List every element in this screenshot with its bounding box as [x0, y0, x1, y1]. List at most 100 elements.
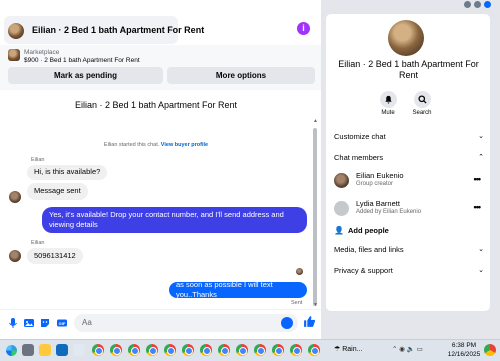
mark-as-pending-button[interactable]: Mark as pending	[8, 67, 163, 84]
chat-started-notice: Eilian started this chat. View buyer pro…	[0, 142, 312, 148]
svg-text:GIF: GIF	[59, 321, 66, 326]
chrome-icon[interactable]	[92, 344, 104, 356]
scroll-up-arrow[interactable]: ▲	[313, 118, 318, 124]
weather-text: Rain...	[342, 346, 363, 353]
clock-time: 6:38 PM	[451, 342, 477, 349]
chrome-icon[interactable]	[290, 344, 302, 356]
file-explorer-icon[interactable]	[39, 344, 51, 356]
media-files-links-section[interactable]: Media, files and links ⌄	[334, 245, 484, 254]
add-people-label: Add people	[348, 226, 389, 235]
chrome-icon[interactable]	[182, 344, 194, 356]
rain-icon: ☂	[334, 346, 341, 353]
chrome-icon[interactable]	[164, 344, 176, 356]
chevron-up-icon: ⌃	[478, 154, 484, 161]
emoji-icon[interactable]	[281, 317, 293, 329]
photo-icon[interactable]	[23, 317, 35, 329]
more-options-icon[interactable]: •••	[474, 174, 482, 184]
chrome-icon[interactable]	[110, 344, 122, 356]
member-row[interactable]: Eilian Eukenio Group creator •••	[334, 169, 484, 191]
group-avatar	[388, 20, 424, 56]
notification-icon[interactable]	[484, 1, 491, 8]
view-buyer-profile-link[interactable]: View buyer profile	[161, 142, 208, 148]
search-icon[interactable]	[22, 344, 34, 356]
scroll-down-arrow[interactable]: ▼	[313, 302, 318, 308]
chrome-icon[interactable]	[128, 344, 140, 356]
search-icon	[413, 91, 431, 108]
member-role: Group creator	[356, 181, 394, 187]
add-people-button[interactable]: 👤 Add people	[334, 226, 389, 235]
message-sender: Eilian	[31, 157, 45, 163]
more-options-icon[interactable]: •••	[474, 202, 482, 212]
scrollbar[interactable]	[313, 128, 317, 306]
battery-icon[interactable]: ▭	[417, 346, 423, 353]
chevron-down-icon: ⌄	[478, 133, 484, 140]
chat-header[interactable]: Eilian · 2 Bed 1 bath Apartment For Rent	[4, 16, 204, 44]
chrome-icon[interactable]	[200, 344, 212, 356]
privacy-support-section[interactable]: Privacy & support ⌄	[334, 266, 484, 275]
chevron-up-icon[interactable]: ⌃	[392, 346, 397, 353]
system-tray[interactable]: ⌃ ◉ 🔈 ▭	[392, 345, 423, 353]
search-button[interactable]: Search	[407, 91, 437, 116]
chrome-icon[interactable]	[236, 344, 248, 356]
media-files-links-label: Media, files and links	[334, 245, 404, 254]
listing-title[interactable]: $900 · 2 Bed 1 bath Apartment For Rent	[24, 57, 140, 64]
outlook-icon[interactable]	[56, 344, 68, 356]
chrome-icon[interactable]	[272, 344, 284, 356]
chrome-icon[interactable]	[308, 344, 320, 356]
sent-status: Sent	[291, 300, 303, 306]
customize-chat-section[interactable]: Customize chat ⌄	[334, 132, 484, 141]
message-sender: Eilian	[31, 240, 45, 246]
message-bubble-incoming[interactable]: 5096131412	[27, 248, 83, 264]
avatar[interactable]	[9, 250, 21, 262]
clock[interactable]: 6:38 PM 12/16/2025	[447, 342, 481, 359]
message-bubble-incoming[interactable]: Hi, is this available?	[27, 165, 108, 180]
info-icon[interactable]: i	[297, 22, 310, 35]
member-role: Added by Eilian Eukenio	[356, 209, 422, 215]
chat-window: Eilian · 2 Bed 1 bath Apartment For Rent…	[0, 0, 321, 339]
member-avatar	[334, 173, 349, 188]
sticker-icon[interactable]	[39, 317, 51, 329]
chat-title: Eilian · 2 Bed 1 bath Apartment For Rent	[32, 25, 205, 35]
message-list[interactable]: Eilian · 2 Bed 1 bath Apartment For Rent…	[0, 90, 321, 309]
mute-label: Mute	[381, 110, 395, 116]
chat-members-label: Chat members	[334, 153, 384, 162]
listing-thumbnail	[8, 23, 24, 39]
chevron-down-icon: ⌄	[478, 246, 484, 253]
calendar-icon[interactable]	[73, 344, 85, 356]
chat-members-section[interactable]: Chat members ⌃	[334, 153, 484, 162]
chrome-icon[interactable]	[484, 344, 496, 356]
chrome-icon[interactable]	[254, 344, 266, 356]
mute-button[interactable]: Mute	[373, 91, 403, 116]
message-bubble-incoming[interactable]: Message sent	[27, 183, 88, 200]
more-options-button[interactable]: More options	[167, 67, 315, 84]
microphone-icon[interactable]	[7, 317, 19, 329]
message-input[interactable]: Aa	[74, 314, 298, 332]
chrome-icon[interactable]	[218, 344, 230, 356]
message-bubble-outgoing[interactable]: Yes, it's available! Drop your contact n…	[42, 207, 307, 233]
customize-chat-label: Customize chat	[334, 132, 386, 141]
top-right-strip	[462, 0, 500, 10]
thumbs-up-icon[interactable]	[303, 315, 316, 328]
chrome-icon[interactable]	[146, 344, 158, 356]
start-icon[interactable]	[6, 345, 17, 356]
menu-icon[interactable]	[474, 1, 481, 8]
member-name: Eilian Eukenio	[356, 171, 404, 180]
listing-card: Marketplace $900 · 2 Bed 1 bath Apartmen…	[0, 45, 321, 90]
member-avatar	[334, 201, 349, 216]
volume-icon[interactable]: 🔈	[407, 346, 415, 353]
wifi-icon[interactable]: ◉	[399, 346, 405, 353]
user-avatar-icon[interactable]	[464, 1, 471, 8]
privacy-support-label: Privacy & support	[334, 266, 393, 275]
avatar[interactable]	[9, 191, 21, 203]
taskbar: ☂ Rain... ⌃ ◉ 🔈 ▭ 6:38 PM 12/16/2025	[0, 339, 500, 361]
listing-thumbnail-small	[8, 49, 20, 61]
read-receipt-avatar	[296, 268, 303, 275]
member-name: Lydia Barnett	[356, 199, 400, 208]
bell-icon	[379, 91, 397, 108]
message-bubble-outgoing[interactable]: as soon as possible I will text you..Tha…	[169, 280, 307, 299]
chat-info-panel: Eilian · 2 Bed 1 bath Apartment For Rent…	[326, 14, 490, 311]
clock-date: 12/16/2025	[447, 350, 481, 358]
member-row[interactable]: Lydia Barnett Added by Eilian Eukenio ••…	[334, 197, 484, 219]
weather-widget[interactable]: ☂ Rain...	[334, 345, 362, 353]
gif-icon[interactable]: GIF	[56, 317, 68, 329]
